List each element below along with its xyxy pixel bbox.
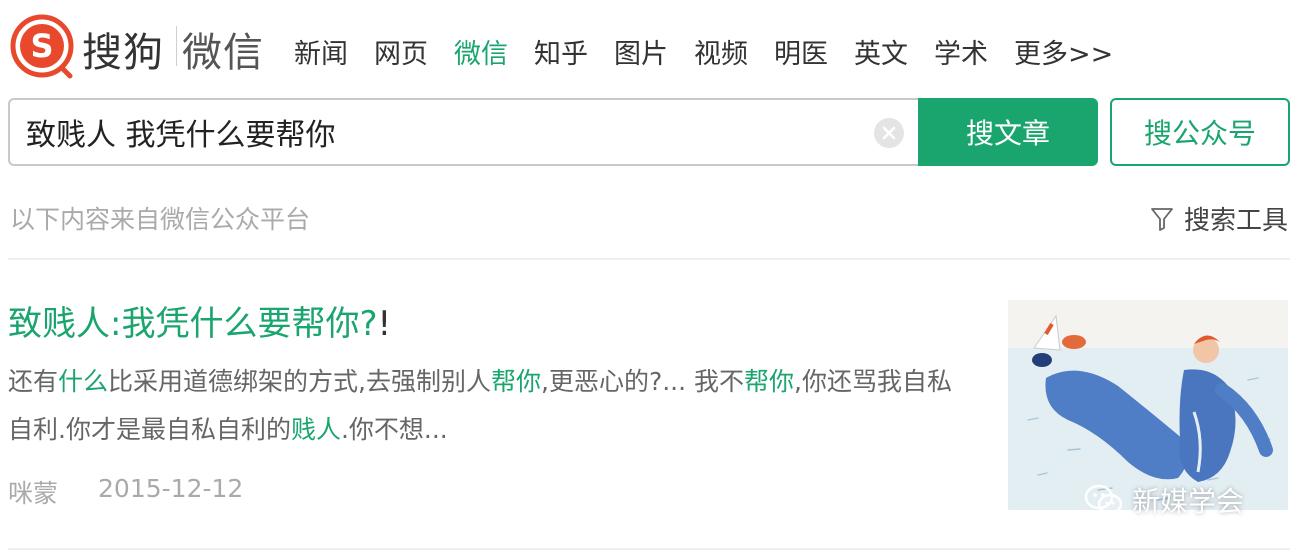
nav-item-8[interactable]: 学术 [934, 32, 988, 71]
search-accounts-button[interactable]: 搜公众号 [1110, 98, 1290, 166]
result-author[interactable]: 咪蒙 [8, 474, 58, 510]
snippet-keyword: 帮你 [744, 367, 795, 396]
svg-text:S: S [30, 27, 53, 65]
result-title-tail: ! [377, 304, 392, 344]
result-snippet: 还有什么比采用道德绑架的方式,去强制别人帮你,更恶心的?... 我不帮你,你还骂… [8, 358, 958, 454]
search-tools-label: 搜索工具 [1183, 206, 1288, 236]
snippet-text: 还有 [8, 367, 59, 396]
result-thumbnail[interactable] [1008, 300, 1288, 510]
nav-item-3[interactable]: 知乎 [534, 32, 588, 71]
search-input[interactable] [26, 110, 846, 154]
clear-search-button[interactable] [874, 118, 904, 148]
nav-item-1[interactable]: 网页 [374, 32, 428, 71]
watermark: 新媒学会 [1084, 480, 1244, 520]
result-title-link[interactable]: 致贱人:我凭什么要帮你?! [8, 296, 391, 345]
nav-item-5[interactable]: 视频 [694, 32, 748, 71]
snippet-text: .你不想... [340, 415, 448, 444]
result-title-text: 致贱人:我凭什么要帮你? [8, 304, 378, 344]
result-date: 2015-12-12 [98, 474, 244, 503]
nav-item-0[interactable]: 新闻 [294, 32, 348, 71]
nav-item-4[interactable]: 图片 [614, 32, 668, 71]
snippet-keyword: 帮你 [490, 367, 541, 396]
divider [8, 258, 1290, 260]
top-nav: 新闻 网页 微信 知乎 图片 视频 明医 英文 学术 更多>> [294, 32, 1139, 71]
search-tools-button[interactable]: 搜索工具 [1150, 200, 1288, 237]
filter-icon [1151, 207, 1173, 231]
sogou-logo-icon[interactable]: S [8, 12, 76, 80]
nav-item-9[interactable]: 更多>> [1014, 32, 1113, 71]
wechat-icon [1084, 484, 1123, 515]
result-meta: 咪蒙 2015-12-12 [8, 474, 243, 510]
brand-divider [176, 26, 177, 66]
snippet-keyword: 贱人 [290, 415, 341, 444]
section-name: 微信 [182, 30, 264, 76]
snippet-keyword: 什么 [58, 367, 109, 396]
nav-item-6[interactable]: 明医 [774, 32, 828, 71]
search-articles-button[interactable]: 搜文章 [918, 98, 1098, 166]
close-icon [882, 126, 896, 140]
snippet-text: 比采用道德绑架的方式,去强制别人 [108, 367, 491, 396]
nav-item-7[interactable]: 英文 [854, 32, 908, 71]
divider [8, 548, 1290, 550]
snippet-text: ,更恶心的?... 我不 [541, 367, 745, 396]
brand-name[interactable]: 搜狗 [82, 20, 164, 78]
source-note: 以下内容来自微信公众平台 [10, 205, 311, 234]
search-box [8, 98, 918, 166]
watermark-text: 新媒学会 [1132, 485, 1245, 518]
nav-item-2[interactable]: 微信 [454, 32, 508, 71]
